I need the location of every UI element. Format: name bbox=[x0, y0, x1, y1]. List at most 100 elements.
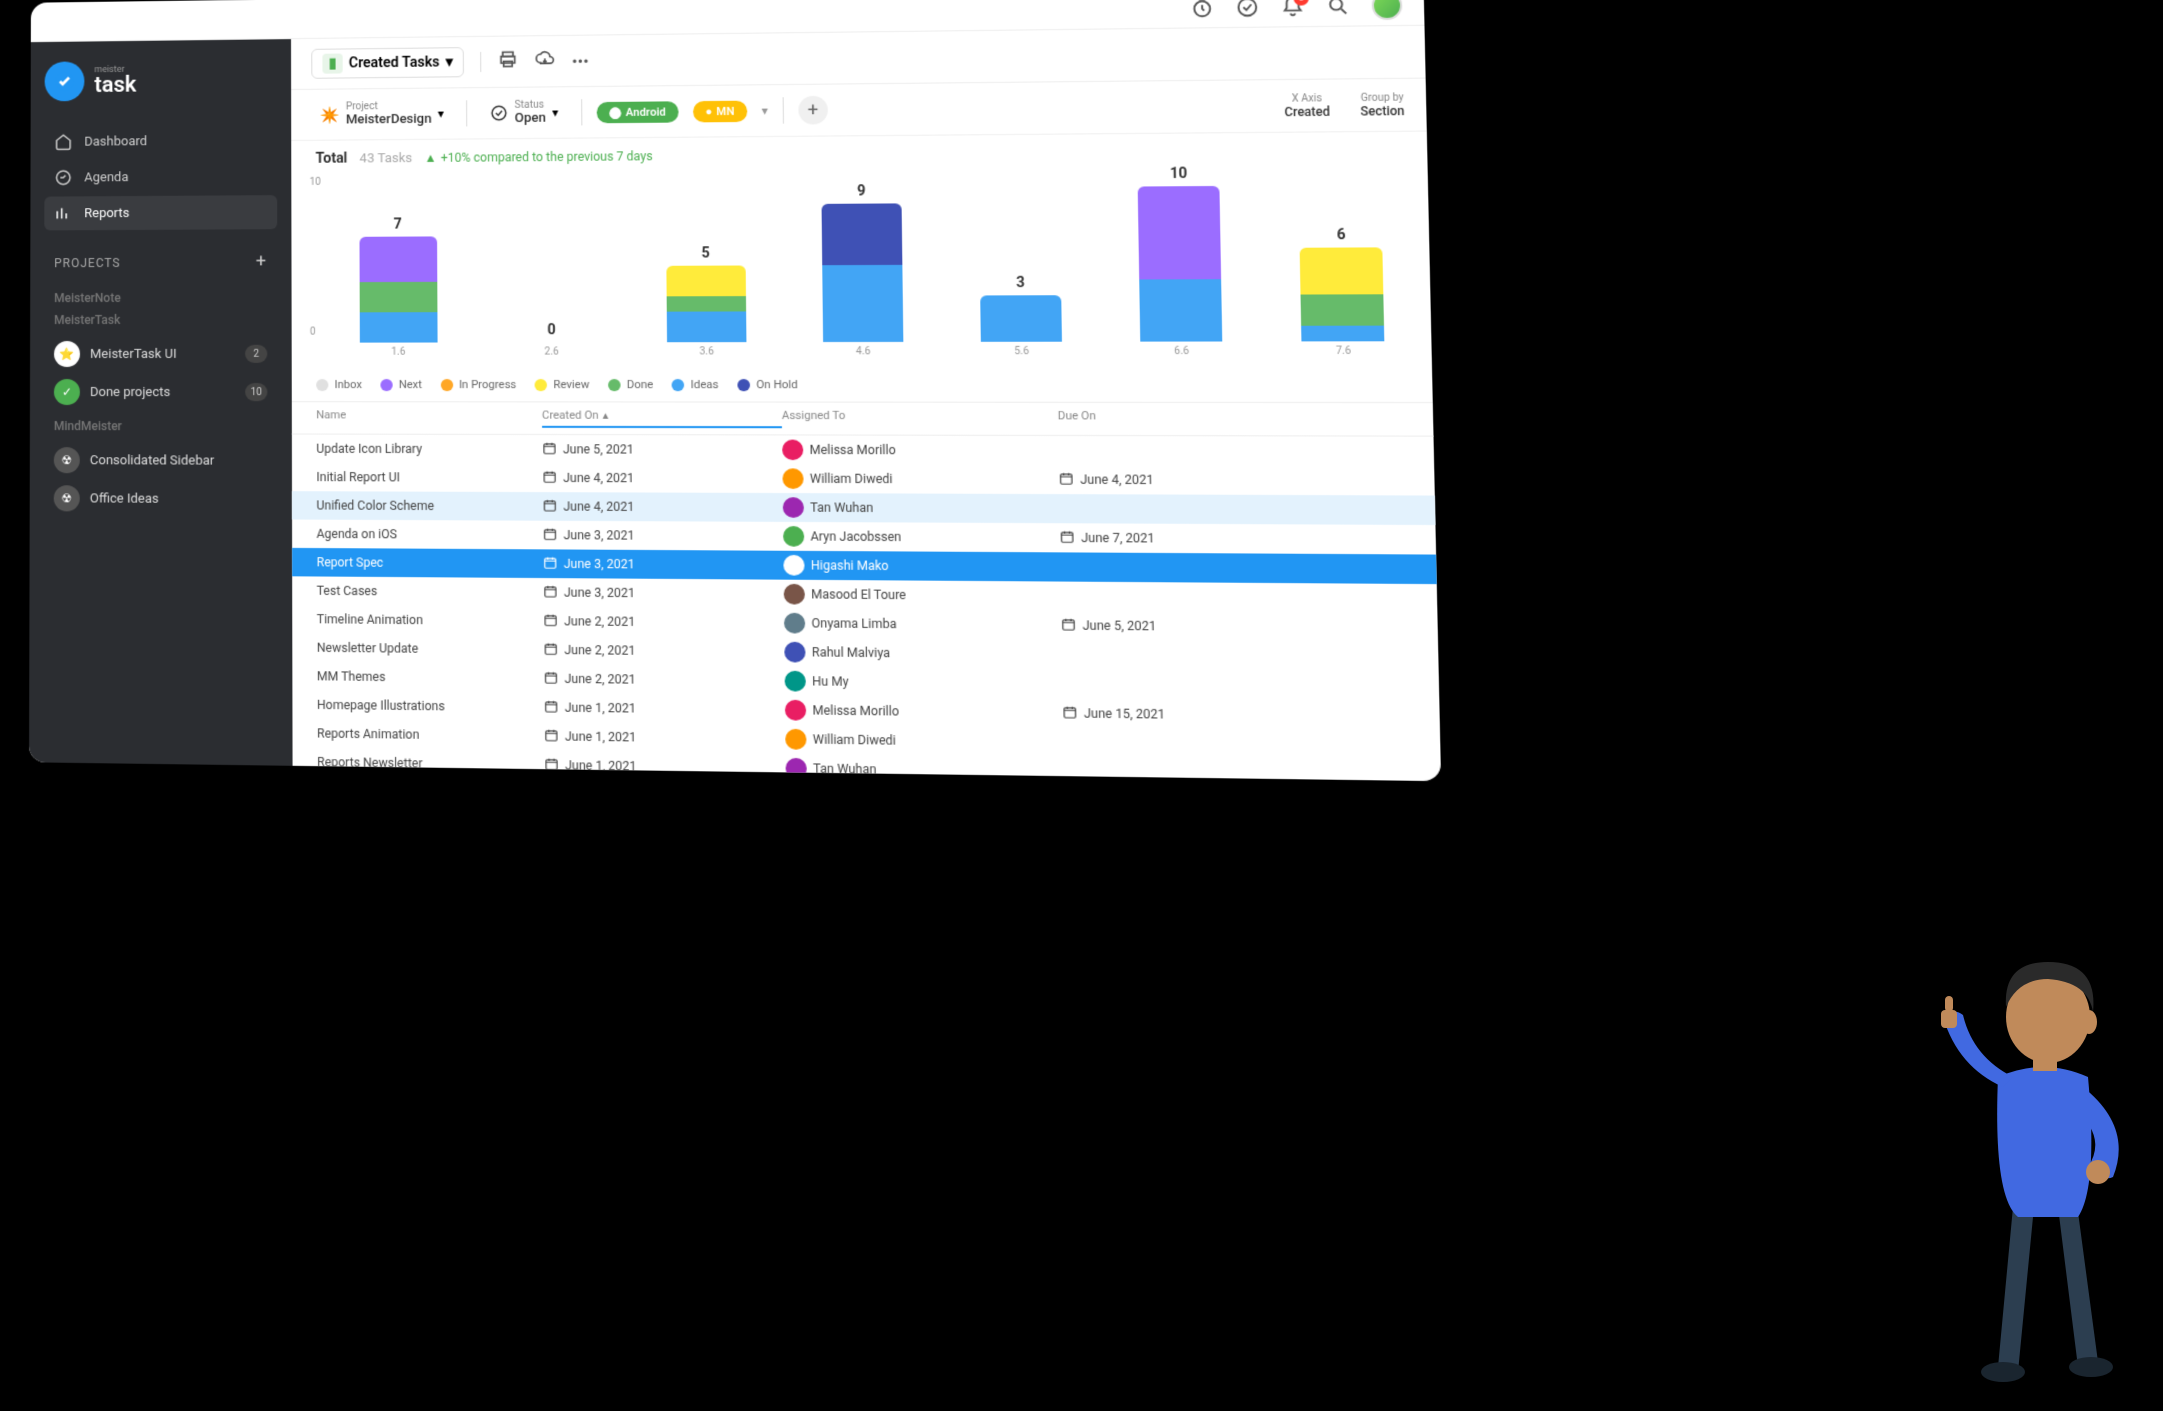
groupby-selector[interactable]: Group bySection bbox=[1360, 92, 1405, 118]
bar-value: 7 bbox=[394, 216, 402, 232]
chart-bar[interactable]: 53.6 bbox=[647, 245, 766, 358]
cell-name: Agenda on iOS bbox=[317, 527, 543, 542]
timer-icon[interactable] bbox=[1190, 0, 1214, 19]
cell-assigned: Rahul Malviya bbox=[784, 642, 1061, 665]
legend-item[interactable]: On Hold bbox=[737, 378, 797, 391]
legend-item[interactable]: Ideas bbox=[672, 378, 719, 391]
legend-dot-icon bbox=[380, 378, 392, 390]
cell-name: Update Icon Library bbox=[316, 442, 542, 457]
assignee-avatar bbox=[785, 729, 806, 750]
bell-icon[interactable]: 5 bbox=[1281, 0, 1305, 18]
legend-label: In Progress bbox=[459, 378, 516, 391]
cell-created: June 3, 2021 bbox=[543, 555, 784, 574]
cell-created: June 3, 2021 bbox=[543, 584, 784, 603]
chevron-down-icon: ▾ bbox=[552, 105, 558, 119]
assignee-avatar bbox=[785, 671, 806, 692]
logo[interactable]: meistertask bbox=[45, 59, 277, 101]
chart-bar[interactable]: 02.6 bbox=[493, 322, 610, 358]
cell-due: June 4, 2021 bbox=[1059, 471, 1409, 490]
cell-created: June 2, 2021 bbox=[543, 612, 784, 632]
tag-icon: ⬤ bbox=[609, 105, 622, 118]
assignee-avatar bbox=[785, 700, 806, 721]
cell-created: June 1, 2021 bbox=[544, 727, 785, 748]
chart-icon bbox=[54, 204, 72, 222]
agenda-icon bbox=[54, 169, 72, 187]
total-count: 43 Tasks bbox=[360, 151, 413, 166]
view-selector[interactable]: ▮ Created Tasks ▾ bbox=[311, 47, 464, 79]
project-icon: ☢ bbox=[54, 485, 80, 511]
check-circle-icon[interactable] bbox=[1235, 0, 1259, 18]
project-icon: ☢ bbox=[54, 447, 80, 473]
chart-bar[interactable]: 67.6 bbox=[1279, 226, 1405, 357]
add-filter-button[interactable]: + bbox=[798, 96, 828, 125]
table-row[interactable]: Initial Report UI June 4, 2021 William D… bbox=[292, 463, 1435, 496]
print-icon[interactable] bbox=[498, 50, 519, 74]
chart-bar[interactable]: 35.6 bbox=[960, 275, 1082, 358]
legend-dot-icon bbox=[535, 378, 547, 390]
tag-android[interactable]: ⬤Android bbox=[596, 101, 678, 123]
tasks-table: Name Created On▴ Assigned To Due On Upda… bbox=[292, 401, 1441, 781]
filter-project[interactable]: ✴️ ProjectMeisterDesign ▾ bbox=[311, 98, 452, 129]
user-avatar[interactable] bbox=[1371, 0, 1402, 20]
chart-icon: ▮ bbox=[322, 54, 342, 74]
cell-assigned: Masood El Toure bbox=[784, 584, 1061, 607]
nav-agenda[interactable]: Agenda bbox=[44, 159, 277, 195]
nav-reports[interactable]: Reports bbox=[44, 195, 277, 230]
chart-bar[interactable]: 71.6 bbox=[340, 216, 456, 358]
cell-created: June 2, 2021 bbox=[544, 670, 785, 690]
legend-item[interactable]: In Progress bbox=[440, 378, 516, 391]
y-axis: 10 0 bbox=[310, 177, 322, 338]
col-due[interactable]: Due On bbox=[1058, 409, 1407, 429]
filter-status[interactable]: StatusOpen ▾ bbox=[482, 97, 567, 128]
calendar-icon bbox=[543, 526, 558, 543]
legend-item[interactable]: Review bbox=[535, 378, 590, 391]
project-item[interactable]: ☢Office Ideas bbox=[44, 479, 278, 518]
bar-value: 5 bbox=[701, 245, 710, 261]
download-icon[interactable] bbox=[535, 49, 556, 73]
main-content: ▮ Created Tasks ▾ ••• ✴️ ProjectMeisterD… bbox=[291, 26, 1441, 781]
col-created[interactable]: Created On▴ bbox=[542, 408, 782, 428]
bar-segment bbox=[359, 282, 437, 313]
legend-dot-icon bbox=[737, 378, 750, 390]
search-icon[interactable] bbox=[1326, 0, 1350, 17]
legend-item[interactable]: Done bbox=[608, 378, 653, 391]
home-icon bbox=[54, 133, 72, 151]
sort-icon: ▴ bbox=[603, 409, 609, 422]
cell-created: June 4, 2021 bbox=[542, 469, 782, 487]
nav-dashboard[interactable]: Dashboard bbox=[44, 123, 277, 159]
col-assigned[interactable]: Assigned To bbox=[782, 409, 1058, 429]
calendar-icon bbox=[543, 555, 558, 573]
chevron-down-icon[interactable]: ▾ bbox=[762, 103, 768, 117]
col-name[interactable]: Name bbox=[316, 408, 542, 428]
cell-name: Report Spec bbox=[317, 555, 543, 571]
chart-bar[interactable]: 106.6 bbox=[1118, 165, 1243, 357]
project-item[interactable]: ☢Consolidated Sidebar bbox=[44, 441, 278, 480]
legend-item[interactable]: Inbox bbox=[316, 378, 362, 391]
logo-sup: meister bbox=[94, 65, 136, 74]
more-icon[interactable]: ••• bbox=[572, 51, 589, 70]
bar-value: 9 bbox=[857, 183, 866, 199]
bar-segment bbox=[980, 295, 1062, 342]
cell-assigned: Melissa Morillo bbox=[782, 440, 1058, 461]
project-group-label: MeisterTask bbox=[54, 313, 267, 327]
dot-icon: ● bbox=[705, 105, 712, 118]
calendar-icon bbox=[544, 727, 559, 745]
chart-bar[interactable]: 94.6 bbox=[802, 183, 923, 358]
cell-assigned: Onyama Limba bbox=[784, 613, 1061, 636]
bar-category: 2.6 bbox=[544, 346, 558, 357]
legend-label: On Hold bbox=[756, 378, 798, 391]
xaxis-selector[interactable]: X AxisCreated bbox=[1284, 93, 1330, 119]
bar-value: 6 bbox=[1337, 227, 1346, 244]
assignee-avatar bbox=[784, 584, 805, 605]
cell-name: Homepage Illustrations bbox=[317, 698, 544, 715]
add-project-button[interactable]: + bbox=[256, 251, 267, 272]
cell-name: Timeline Animation bbox=[317, 612, 544, 628]
project-item[interactable]: ⭐MeisterTask UI2 bbox=[44, 335, 278, 373]
table-row[interactable]: Update Icon Library June 5, 2021 Melissa… bbox=[292, 435, 1434, 467]
legend-item[interactable]: Next bbox=[380, 378, 422, 391]
nav-label: Dashboard bbox=[84, 134, 147, 149]
cell-due bbox=[1058, 450, 1407, 451]
project-item[interactable]: ✓Done projects10 bbox=[44, 373, 278, 411]
trend-indicator: ▲+10% compared to the previous 7 days bbox=[424, 149, 652, 165]
tag-mn[interactable]: ●MN bbox=[693, 100, 747, 122]
